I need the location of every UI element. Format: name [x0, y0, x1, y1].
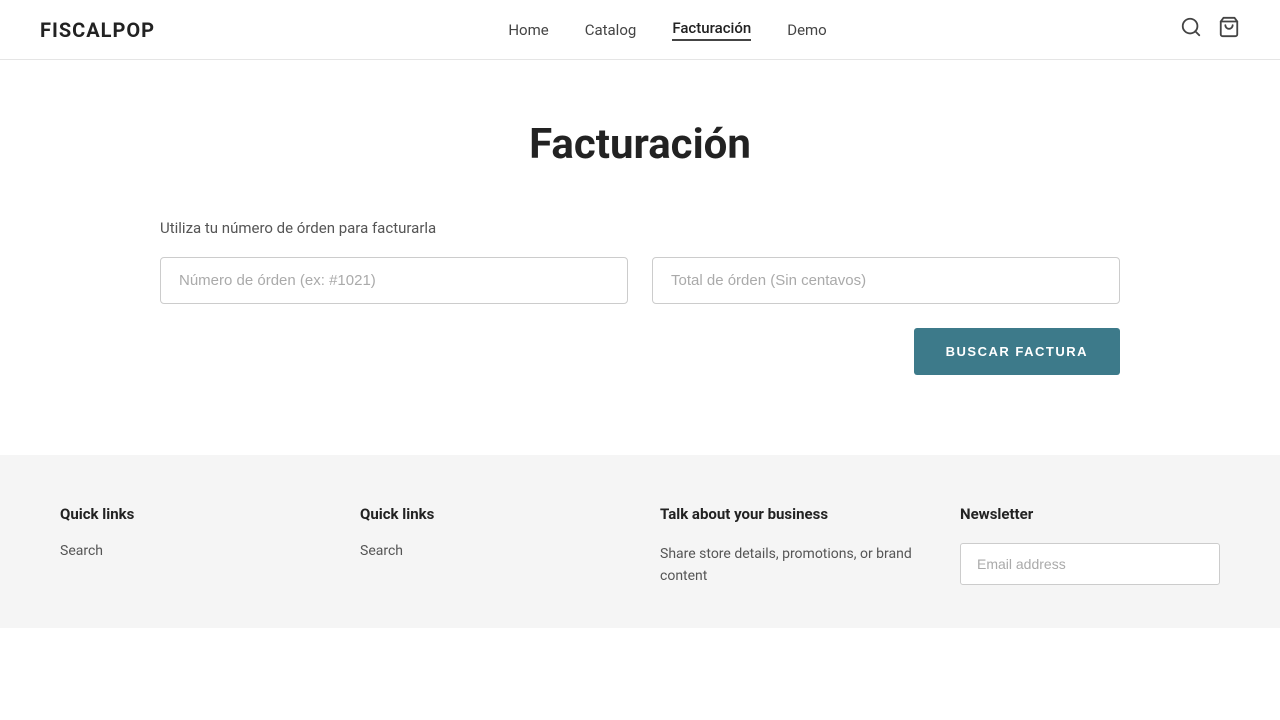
newsletter-email-input[interactable] — [960, 543, 1220, 585]
main-nav: Home Catalog Facturación Demo — [508, 19, 826, 41]
footer-col-3-text: Share store details, promotions, or bran… — [660, 543, 920, 588]
footer-col-1: Quick links Search — [60, 505, 320, 588]
buscar-factura-button[interactable]: BUSCAR FACTURA — [914, 328, 1120, 375]
order-total-input[interactable] — [652, 257, 1120, 304]
site-logo[interactable]: FISCALPOP — [40, 18, 155, 42]
nav-catalog[interactable]: Catalog — [585, 21, 637, 39]
footer-col-1-title: Quick links — [60, 505, 320, 523]
footer-col-2: Quick links Search — [360, 505, 620, 588]
footer-col-4: Newsletter — [960, 505, 1220, 588]
footer-col-3: Talk about your business Share store det… — [660, 505, 920, 588]
button-row: BUSCAR FACTURA — [160, 328, 1120, 375]
nav-home[interactable]: Home — [508, 21, 548, 39]
form-subtitle: Utiliza tu número de órden para facturar… — [160, 219, 1120, 237]
order-number-input[interactable] — [160, 257, 628, 304]
cart-icon[interactable] — [1218, 16, 1240, 43]
footer-col-2-link-search[interactable]: Search — [360, 543, 620, 559]
site-footer: Quick links Search Quick links Search Ta… — [0, 455, 1280, 628]
footer-col-2-title: Quick links — [360, 505, 620, 523]
main-content: Facturación Utiliza tu número de órden p… — [0, 60, 1280, 455]
footer-col-1-link-search[interactable]: Search — [60, 543, 320, 559]
factura-form-row — [160, 257, 1120, 304]
nav-demo[interactable]: Demo — [787, 21, 827, 39]
nav-facturacion[interactable]: Facturación — [672, 19, 751, 41]
search-icon[interactable] — [1180, 16, 1202, 43]
footer-col-3-title: Talk about your business — [660, 505, 920, 523]
footer-grid: Quick links Search Quick links Search Ta… — [60, 505, 1220, 588]
page-title: Facturación — [160, 120, 1120, 169]
footer-col-4-title: Newsletter — [960, 505, 1220, 523]
site-header: FISCALPOP Home Catalog Facturación Demo — [0, 0, 1280, 60]
header-icons — [1180, 16, 1240, 43]
